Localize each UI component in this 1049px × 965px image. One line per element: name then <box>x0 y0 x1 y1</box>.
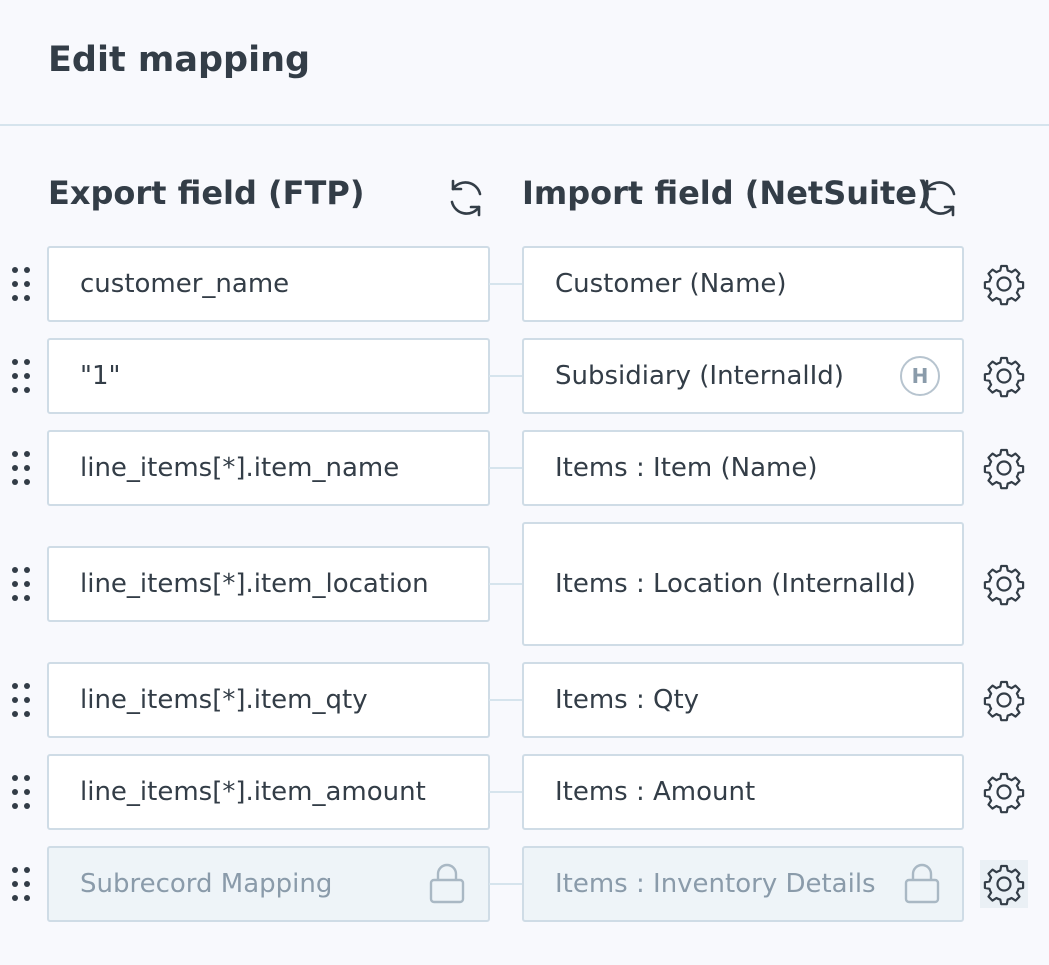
export-field-input[interactable]: line_items[*].item_qty <box>47 662 490 738</box>
drag-handle-icon[interactable] <box>12 451 36 485</box>
mapping-connector <box>489 467 523 469</box>
gear-icon <box>983 864 1025 906</box>
drag-handle-icon[interactable] <box>12 683 36 717</box>
export-field-input[interactable]: customer_name <box>47 246 490 322</box>
import-field-value: Items : Inventory Details <box>555 869 876 899</box>
export-field-value: "1" <box>80 361 121 391</box>
import-field-select[interactable]: Items : Location (InternalId) <box>522 522 964 646</box>
export-field-input: Subrecord Mapping <box>47 846 490 922</box>
export-column-header: Export field (FTP) <box>48 174 365 212</box>
import-column-header: Import field (NetSuite) <box>522 174 932 212</box>
mapping-connector <box>489 883 523 885</box>
page-title: Edit mapping <box>48 40 311 80</box>
field-settings-button[interactable] <box>980 352 1028 400</box>
import-field-select[interactable]: Items : Item (Name) <box>522 430 964 506</box>
import-field-value: Items : Item (Name) <box>555 453 818 483</box>
gear-icon <box>983 448 1025 490</box>
gear-icon <box>983 564 1025 606</box>
lock-icon <box>429 863 465 904</box>
export-field-input[interactable]: line_items[*].item_amount <box>47 754 490 830</box>
import-field-select[interactable]: Customer (Name) <box>522 246 964 322</box>
lock-icon <box>904 863 940 904</box>
export-field-value: line_items[*].item_name <box>80 453 400 483</box>
refresh-icon <box>450 179 482 217</box>
gear-icon <box>983 264 1025 306</box>
refresh-icon <box>924 179 956 217</box>
export-field-value: line_items[*].item_qty <box>80 685 368 715</box>
import-field-value: Subsidiary (InternalId) <box>555 361 844 391</box>
field-settings-button[interactable] <box>980 444 1028 492</box>
field-settings-button[interactable] <box>980 860 1028 908</box>
page-header: Edit mapping <box>0 0 1049 126</box>
field-settings-button[interactable] <box>980 560 1028 608</box>
export-field-input[interactable]: line_items[*].item_name <box>47 430 490 506</box>
export-field-input[interactable]: "1" <box>47 338 490 414</box>
drag-handle-icon[interactable] <box>12 867 36 901</box>
export-field-value: line_items[*].item_amount <box>80 777 426 807</box>
export-field-value: Subrecord Mapping <box>80 869 333 899</box>
hardcoded-badge: H <box>900 356 940 396</box>
import-field-select[interactable]: Subsidiary (InternalId) <box>522 338 964 414</box>
drag-handle-icon[interactable] <box>12 359 36 393</box>
field-settings-button[interactable] <box>980 260 1028 308</box>
drag-handle-icon[interactable] <box>12 267 36 301</box>
lock-icon <box>904 862 940 904</box>
field-settings-button[interactable] <box>980 676 1028 724</box>
mapping-connector <box>489 699 523 701</box>
mapping-connector <box>489 375 523 377</box>
import-field-value: Items : Qty <box>555 685 700 715</box>
refresh-import-fields-button[interactable] <box>919 177 961 219</box>
refresh-export-fields-button[interactable] <box>445 177 487 219</box>
export-field-value: line_items[*].item_location <box>80 569 429 599</box>
mapping-connector <box>489 283 523 285</box>
gear-icon <box>983 680 1025 722</box>
mapping-connector <box>489 583 523 585</box>
export-field-value: customer_name <box>80 269 290 299</box>
import-field-value: Items : Location (InternalId) <box>555 569 916 599</box>
gear-icon <box>983 772 1025 814</box>
drag-handle-icon[interactable] <box>12 567 36 601</box>
import-field-select: Items : Inventory Details <box>522 846 964 922</box>
gear-icon <box>983 356 1025 398</box>
lock-icon <box>429 862 465 904</box>
import-field-value: Items : Amount <box>555 777 756 807</box>
import-field-select[interactable]: Items : Qty <box>522 662 964 738</box>
import-field-value: Customer (Name) <box>555 269 787 299</box>
export-field-input[interactable]: line_items[*].item_location <box>47 546 490 622</box>
drag-handle-icon[interactable] <box>12 775 36 809</box>
import-field-select[interactable]: Items : Amount <box>522 754 964 830</box>
mapping-connector <box>489 791 523 793</box>
field-settings-button[interactable] <box>980 768 1028 816</box>
